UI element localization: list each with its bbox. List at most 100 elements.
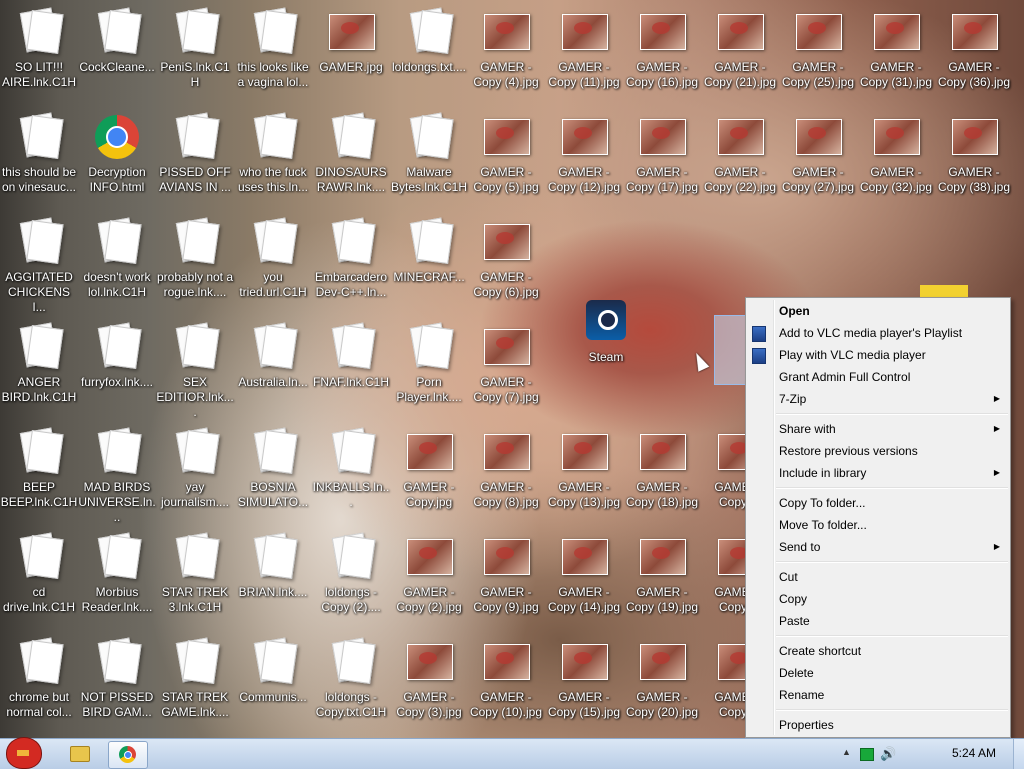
desktop-icon[interactable]: GAMER - Copy (13).jpg [545,428,623,528]
start-button[interactable] [2,735,46,769]
desktop-icon[interactable]: BEEP BEEP.lnk.C1H [0,428,78,528]
menu-item-play-with-vlc-media-player[interactable]: Play with VLC media player [746,344,1010,366]
desktop-icon[interactable]: yay journalism.... [156,428,234,528]
menu-item-share-with[interactable]: Share with ▶ [746,418,1010,440]
menu-item-properties[interactable]: Properties [746,714,1010,736]
desktop-icon[interactable]: GAMER - Copy (38).jpg [935,113,1013,213]
menu-item-restore-previous-versions[interactable]: Restore previous versions [746,440,1010,462]
desktop-icon[interactable]: GAMER - Copy (5).jpg [467,113,545,213]
menu-item-include-in-library[interactable]: Include in library ▶ [746,462,1010,484]
desktop-icon[interactable]: STAR TREK 3.lnk.C1H [156,533,234,633]
desktop-icon[interactable]: GAMER - Copy (7).jpg [467,323,545,423]
desktop-icon[interactable]: GAMER - Copy (2).jpg [390,533,468,633]
desktop-icon[interactable]: Porn Player.lnk.... [390,323,468,423]
desktop-icon[interactable]: chrome but normal col... [0,638,78,738]
menu-item-create-shortcut[interactable]: Create shortcut [746,640,1010,662]
desktop-icon[interactable]: Communis... [234,638,312,738]
desktop-icon[interactable]: GAMER - Copy (16).jpg [623,8,701,108]
desktop-icon[interactable]: NOT PISSED BIRD GAM... [78,638,156,738]
desktop-icon[interactable]: ANGER BIRD.lnk.C1H [0,323,78,423]
desktop-icon[interactable]: GAMER - Copy.jpg [390,428,468,528]
desktop-icon[interactable]: loldongs.txt.... [390,8,468,108]
menu-item-move-to-folder[interactable]: Move To folder... [746,514,1010,536]
taskbar-chrome-button[interactable] [108,741,148,769]
menu-item-copy[interactable]: Copy [746,588,1010,610]
desktop-icon[interactable]: GAMER - Copy (21).jpg [701,8,779,108]
desktop-icon[interactable]: furryfox.lnk.... [78,323,156,423]
desktop-icon[interactable]: GAMER - Copy (36).jpg [935,8,1013,108]
menu-item-7-zip[interactable]: 7-Zip ▶ [746,388,1010,410]
desktop-icon[interactable]: Morbius Reader.lnk.... [78,533,156,633]
desktop-icon[interactable]: Malware Bytes.lnk.C1H [390,113,468,213]
desktop-icon-label: GAMER - Copy (31).jpg [859,60,933,89]
desktop-icon[interactable]: this looks like a vagina lol... [234,8,312,108]
menu-item-add-to-vlc-media-player-s-playlist[interactable]: Add to VLC media player's Playlist [746,322,1010,344]
desktop-icon[interactable]: GAMER - Copy (22).jpg [701,113,779,213]
desktop-icon[interactable]: Decryption INFO.html [78,113,156,213]
desktop-icon[interactable]: STAR TREK GAME.lnk.... [156,638,234,738]
desktop-icon[interactable]: GAMER - Copy (18).jpg [623,428,701,528]
desktop-icon[interactable]: GAMER - Copy (12).jpg [545,113,623,213]
desktop-icon[interactable]: CockCleane... [78,8,156,108]
menu-separator [776,561,1008,563]
desktop-icon[interactable]: GAMER - Copy (15).jpg [545,638,623,738]
desktop-icon[interactable]: GAMER - Copy (10).jpg [467,638,545,738]
desktop-icon-label: GAMER - Copy (17).jpg [625,165,699,194]
desktop-icon[interactable]: GAMER - Copy (9).jpg [467,533,545,633]
desktop-icon[interactable]: SO LIT!!! AIRE.lnk.C1H [0,8,78,108]
desktop-icon[interactable]: AGGITATED CHICKENS I... [0,218,78,318]
menu-item-delete[interactable]: Delete [746,662,1010,684]
desktop-icon[interactable]: loldongs - Copy.txt.C1H [312,638,390,738]
desktop-icon[interactable]: FNAF.lnk.C1H [312,323,390,423]
taskbar-explorer-button[interactable] [60,741,98,767]
desktop-icon[interactable]: GAMER - Copy (25).jpg [779,8,857,108]
desktop-icon[interactable]: doesn't work lol.lnk.C1H [78,218,156,318]
desktop-icon[interactable]: SEX EDITIOR.lnk.... [156,323,234,423]
desktop-icon[interactable]: who the fuck uses this.ln... [234,113,312,213]
menu-item-grant-admin-full-control[interactable]: Grant Admin Full Control [746,366,1010,388]
desktop-icon[interactable]: loldongs - Copy (2).... [312,533,390,633]
menu-item-send-to[interactable]: Send to ▶ [746,536,1010,558]
desktop-icon[interactable]: you tried.url.C1H [234,218,312,318]
menu-item-open[interactable]: Open [746,300,1010,322]
desktop-icon[interactable]: GAMER - Copy (4).jpg [467,8,545,108]
desktop-icon[interactable]: GAMER - Copy (31).jpg [857,8,935,108]
desktop-icon[interactable]: Embarcadero Dev-C++.ln... [312,218,390,318]
desktop-icon[interactable]: GAMER - Copy (3).jpg [390,638,468,738]
desktop-icon[interactable]: this should be on vinesauc... [0,113,78,213]
show-desktop-button[interactable] [1013,739,1024,769]
desktop-icon[interactable]: GAMER - Copy (14).jpg [545,533,623,633]
desktop[interactable]: SO LIT!!! AIRE.lnk.C1H CockCleane... PeniS… [0,0,1024,738]
desktop-icon[interactable]: GAMER.jpg [312,8,390,108]
desktop-icon[interactable]: cd drive.lnk.C1H [0,533,78,633]
desktop-icon[interactable]: Steam [567,298,645,398]
desktop-icon[interactable]: PISSED OFF AVIANS IN ... [156,113,234,213]
volume-icon[interactable]: 🔊 [880,746,896,762]
desktop-icon[interactable]: PeniS.lnk.C1H [156,8,234,108]
desktop-icon[interactable]: GAMER - Copy (19).jpg [623,533,701,633]
desktop-icon[interactable]: MAD BIRDS UNIVERSE.ln... [78,428,156,528]
desktop-icon[interactable]: GAMER - Copy (11).jpg [545,8,623,108]
desktop-icon[interactable]: GAMER - Copy (8).jpg [467,428,545,528]
desktop-icon-label: this should be on vinesauc... [1,165,77,194]
menu-item-cut[interactable]: Cut [746,566,1010,588]
desktop-icon[interactable]: GAMER - Copy (32).jpg [857,113,935,213]
desktop-icon[interactable]: BOSNIA SIMULATO... [234,428,312,528]
desktop-icon[interactable]: GAMER - Copy (17).jpg [623,113,701,213]
desktop-icon[interactable]: GAMER - Copy (20).jpg [623,638,701,738]
desktop-icon[interactable]: MINECRAF... [390,218,468,318]
desktop-icon[interactable]: Australia.ln... [234,323,312,423]
desktop-icon[interactable]: DINOSAURS RAWR.lnk.... [312,113,390,213]
desktop-icon[interactable]: INKBALLS.ln... [312,428,390,528]
document-icon [171,638,219,686]
desktop-icon[interactable]: GAMER - Copy (6).jpg [467,218,545,318]
menu-item-paste[interactable]: Paste [746,610,1010,632]
desktop-icon[interactable]: GAMER - Copy (27).jpg [779,113,857,213]
desktop-icon[interactable]: probably not a rogue.lnk.... [156,218,234,318]
desktop-icon[interactable]: BRIAN.lnk.... [234,533,312,633]
menu-item-rename[interactable]: Rename [746,684,1010,706]
tray-expand-icon[interactable]: ▲ [842,747,851,757]
taskbar-clock[interactable]: 5:24 AM [952,746,996,760]
network-icon[interactable] [860,748,874,761]
menu-item-copy-to-folder[interactable]: Copy To folder... [746,492,1010,514]
